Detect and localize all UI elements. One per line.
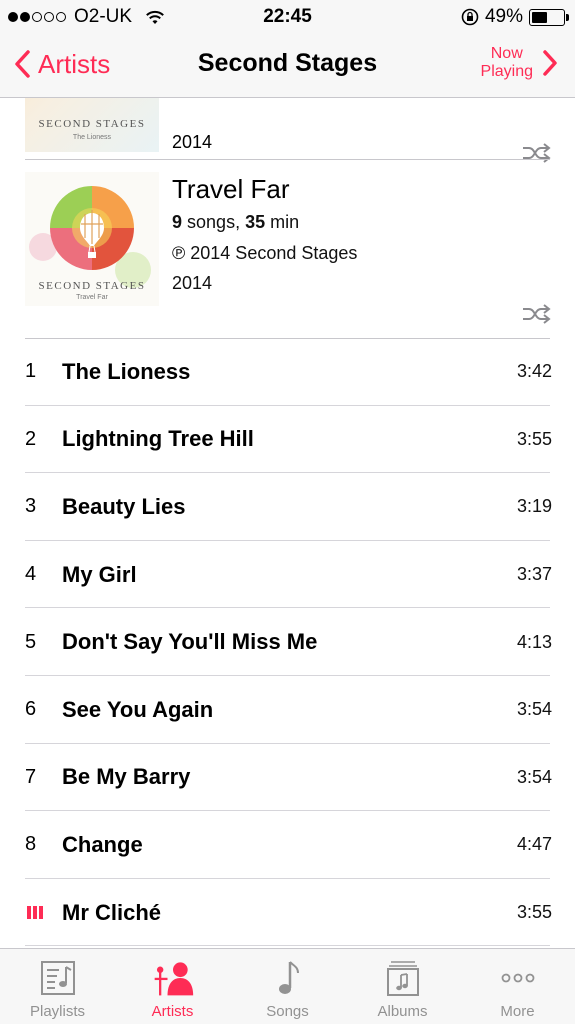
battery-percent: 49% xyxy=(484,6,523,27)
previous-album[interactable]: SECOND STAGES The Lioness 2014 xyxy=(0,98,575,163)
albums-icon xyxy=(381,957,425,999)
album-header[interactable]: SECOND STAGES Travel Far Travel Far 9 so… xyxy=(0,160,575,340)
track-title: See You Again xyxy=(62,696,214,722)
tab-artists[interactable]: Artists xyxy=(115,949,230,1024)
track-row[interactable]: 8 Change 4:47 xyxy=(0,811,575,879)
track-title: Beauty Lies xyxy=(62,493,186,519)
album-artwork: SECOND STAGES Travel Far xyxy=(25,172,159,306)
track-number: 4 xyxy=(25,563,37,586)
track-number: 5 xyxy=(25,630,37,653)
track-title: Change xyxy=(62,831,143,857)
art-text: SECOND STAGES xyxy=(39,280,146,292)
track-title: Be My Barry xyxy=(62,764,191,790)
track-title: The Lioness xyxy=(62,358,191,384)
track-duration: 4:47 xyxy=(516,834,552,855)
songs-icon xyxy=(266,957,310,999)
album-year: 2014 xyxy=(172,132,213,152)
song-count: 9 xyxy=(172,212,183,232)
tab-label: Albums xyxy=(377,1003,428,1020)
tab-label: Artists xyxy=(151,1003,194,1020)
album-title: Travel Far xyxy=(172,174,290,204)
artists-icon xyxy=(151,957,195,999)
track-row[interactable]: 2 Lightning Tree Hill 3:55 xyxy=(0,406,575,474)
track-number: 6 xyxy=(25,698,37,721)
tab-bar: Playlists Artists Songs Albums More xyxy=(0,948,575,1024)
track-number: 3 xyxy=(25,495,37,518)
now-playing-button[interactable]: Now Playing xyxy=(481,45,561,81)
songs-word: songs, xyxy=(187,212,241,232)
album-artwork: SECOND STAGES The Lioness xyxy=(25,98,159,152)
track-duration: 3:54 xyxy=(516,699,552,720)
battery-icon xyxy=(529,8,569,26)
track-row[interactable]: 3 Beauty Lies 3:19 xyxy=(0,473,575,541)
tab-label: More xyxy=(500,1003,535,1020)
track-number: 1 xyxy=(25,360,37,383)
tab-label: Songs xyxy=(266,1003,309,1020)
track-row[interactable]: 5 Don't Say You'll Miss Me 4:13 xyxy=(0,608,575,676)
tab-label: Playlists xyxy=(29,1003,85,1020)
track-duration: 3:19 xyxy=(516,496,552,517)
track-duration: 3:42 xyxy=(516,361,552,382)
album-summary: 9 songs, 35 min xyxy=(172,212,299,233)
track-row[interactable]: 1 The Lioness 3:42 xyxy=(0,338,575,406)
tab-more[interactable]: More xyxy=(460,949,575,1024)
track-row[interactable]: 6 See You Again 3:54 xyxy=(0,676,575,744)
tab-songs[interactable]: Songs xyxy=(230,949,345,1024)
track-row[interactable]: 7 Be My Barry 3:54 xyxy=(0,744,575,812)
track-number: 2 xyxy=(25,427,37,450)
track-duration: 4:13 xyxy=(516,631,552,652)
track-title: My Girl xyxy=(62,561,137,587)
track-title: Mr Cliché xyxy=(62,899,162,925)
more-icon xyxy=(496,957,540,999)
track-row[interactable]: 4 My Girl 3:37 xyxy=(0,541,575,609)
album-year: 2014 xyxy=(172,273,213,293)
track-title: Lightning Tree Hill xyxy=(62,426,254,452)
track-duration: 3:54 xyxy=(516,766,552,787)
navigation-bar: Artists Second Stages Now Playing xyxy=(0,34,575,98)
now-playing-label: Now Playing xyxy=(480,45,533,80)
track-duration: 3:55 xyxy=(516,428,552,449)
track-title: Don't Say You'll Miss Me xyxy=(62,629,318,655)
track-list: 1 The Lioness 3:42 2 Lightning Tree Hill… xyxy=(0,338,575,946)
duration-unit: min xyxy=(270,212,300,232)
track-number: 8 xyxy=(25,833,37,856)
status-right: 49% xyxy=(461,6,569,28)
art-text: SECOND STAGES xyxy=(39,118,146,130)
playlists-icon xyxy=(36,957,80,999)
chevron-right-icon xyxy=(543,50,557,76)
art-subtext: The Lioness xyxy=(73,134,112,141)
album-copyright: ℗ 2014 Second Stages xyxy=(172,243,358,263)
album-duration: 35 xyxy=(245,212,266,232)
tab-playlists[interactable]: Playlists xyxy=(0,949,115,1024)
tab-albums[interactable]: Albums xyxy=(345,949,460,1024)
track-duration: 3:37 xyxy=(516,564,552,585)
track-duration: 3:55 xyxy=(516,902,552,923)
art-subtext: Travel Far xyxy=(76,294,108,301)
shuffle-icon[interactable] xyxy=(521,303,551,325)
album-list[interactable]: SECOND STAGES The Lioness 2014 SECOND ST… xyxy=(0,98,575,948)
rotation-lock-icon xyxy=(461,8,479,26)
track-number: 7 xyxy=(25,765,37,788)
status-bar: O2-UK 22:45 49% xyxy=(0,0,575,34)
track-row-now-playing[interactable]: Mr Cliché 3:55 xyxy=(0,879,575,947)
now-playing-bars-icon xyxy=(27,906,43,920)
